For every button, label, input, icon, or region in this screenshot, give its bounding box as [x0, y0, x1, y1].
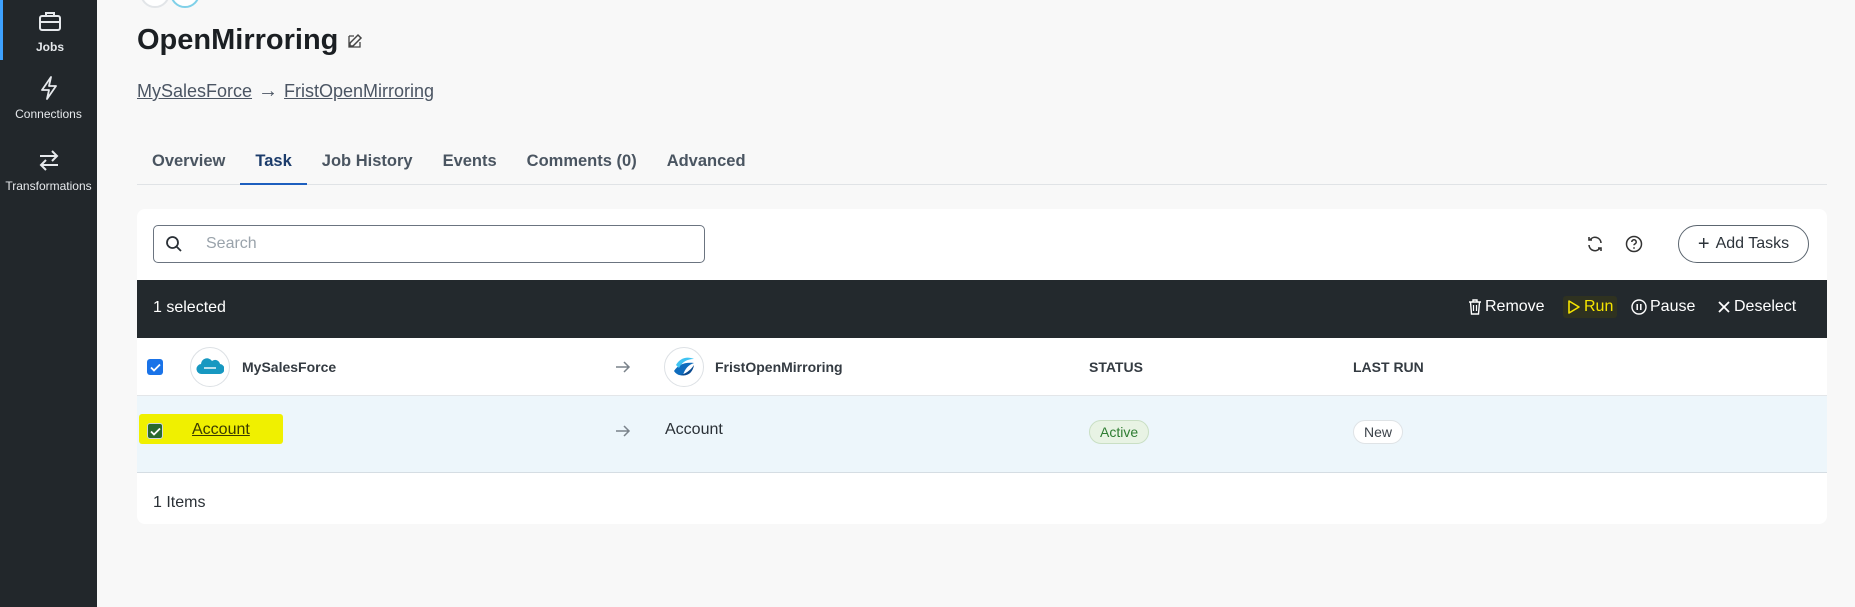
selection-bar: 1 selected Remove Run Pause Deselect — [137, 280, 1827, 338]
table-row[interactable]: Account Account Active New — [137, 396, 1827, 473]
close-icon — [1718, 301, 1730, 313]
lightning-icon — [34, 73, 64, 103]
pause-icon — [1631, 299, 1647, 315]
sidebar-item-label: Connections — [15, 107, 82, 121]
avatar — [170, 0, 200, 8]
page-title: OpenMirroring — [137, 24, 339, 56]
remove-label: Remove — [1485, 298, 1545, 315]
search-input[interactable] — [206, 235, 686, 253]
table-header-row: MySalesForce FristOpenMirroring STATUS L… — [137, 338, 1827, 396]
tab-comments[interactable]: Comments (0) — [512, 140, 652, 185]
sidebar-item-jobs[interactable]: Jobs — [0, 0, 97, 60]
sidebar-item-connections[interactable]: Connections — [0, 62, 97, 132]
tasks-card: + Add Tasks 1 selected Remove Run Pause … — [137, 209, 1827, 524]
run-button[interactable]: Run — [1563, 296, 1618, 318]
selection-count: 1 selected — [153, 299, 226, 316]
breadcrumb: MySalesForce → FristOpenMirroring — [137, 80, 434, 103]
pause-button[interactable]: Pause — [1631, 298, 1695, 316]
status-column-header: STATUS — [1089, 359, 1143, 375]
source-object-link[interactable]: Account — [192, 421, 250, 439]
tab-overview[interactable]: Overview — [137, 140, 240, 185]
arrow-right-icon — [614, 422, 632, 440]
breadcrumb-source-link[interactable]: MySalesForce — [137, 81, 252, 102]
breadcrumb-target-link[interactable]: FristOpenMirroring — [284, 81, 434, 102]
trash-icon — [1469, 299, 1481, 315]
fabric-logo-icon — [664, 347, 704, 387]
run-label: Run — [1584, 298, 1614, 315]
tab-advanced[interactable]: Advanced — [652, 140, 761, 185]
tab-events[interactable]: Events — [428, 140, 512, 185]
search-box — [153, 225, 705, 263]
last-run-column-header: LAST RUN — [1353, 359, 1424, 375]
tab-task[interactable]: Task — [240, 140, 307, 185]
edit-icon[interactable] — [346, 32, 364, 50]
target-connection-header: FristOpenMirroring — [715, 359, 843, 375]
search-icon — [154, 235, 194, 253]
items-count: 1 Items — [153, 494, 206, 511]
select-all-checkbox[interactable] — [147, 359, 163, 375]
deselect-label: Deselect — [1734, 298, 1797, 315]
pause-label: Pause — [1650, 298, 1696, 315]
sidebar-item-label: Jobs — [35, 40, 64, 54]
salesforce-logo-icon — [190, 347, 230, 387]
last-run-badge: New — [1353, 420, 1404, 444]
avatar — [140, 0, 170, 8]
row-checkbox[interactable] — [147, 423, 163, 439]
target-object-name: Account — [665, 421, 723, 438]
tab-bar: Overview Task Job History Events Comment… — [137, 140, 1827, 185]
plus-icon: + — [1697, 233, 1710, 255]
swap-arrows-icon — [34, 145, 64, 175]
add-tasks-button[interactable]: + Add Tasks — [1678, 225, 1809, 263]
page-header: OpenMirroring — [137, 24, 364, 57]
sidebar-item-transformations[interactable]: Transformations — [0, 134, 97, 204]
help-icon[interactable] — [1623, 233, 1645, 255]
sidebar-item-label: Transformations — [5, 179, 92, 193]
status-badge: Active — [1089, 420, 1150, 444]
source-connection-header: MySalesForce — [242, 359, 337, 375]
refresh-icon[interactable] — [1584, 233, 1606, 255]
add-tasks-label: Add Tasks — [1715, 235, 1790, 252]
tab-job-history[interactable]: Job History — [307, 140, 428, 185]
arrow-right-icon: → — [258, 80, 279, 102]
remove-button[interactable]: Remove — [1468, 298, 1545, 316]
deselect-button[interactable]: Deselect — [1717, 298, 1796, 316]
play-icon — [1568, 300, 1580, 314]
arrow-right-icon — [614, 358, 632, 376]
sidebar: Jobs Connections Transformations — [0, 0, 97, 607]
briefcase-icon — [35, 6, 65, 36]
